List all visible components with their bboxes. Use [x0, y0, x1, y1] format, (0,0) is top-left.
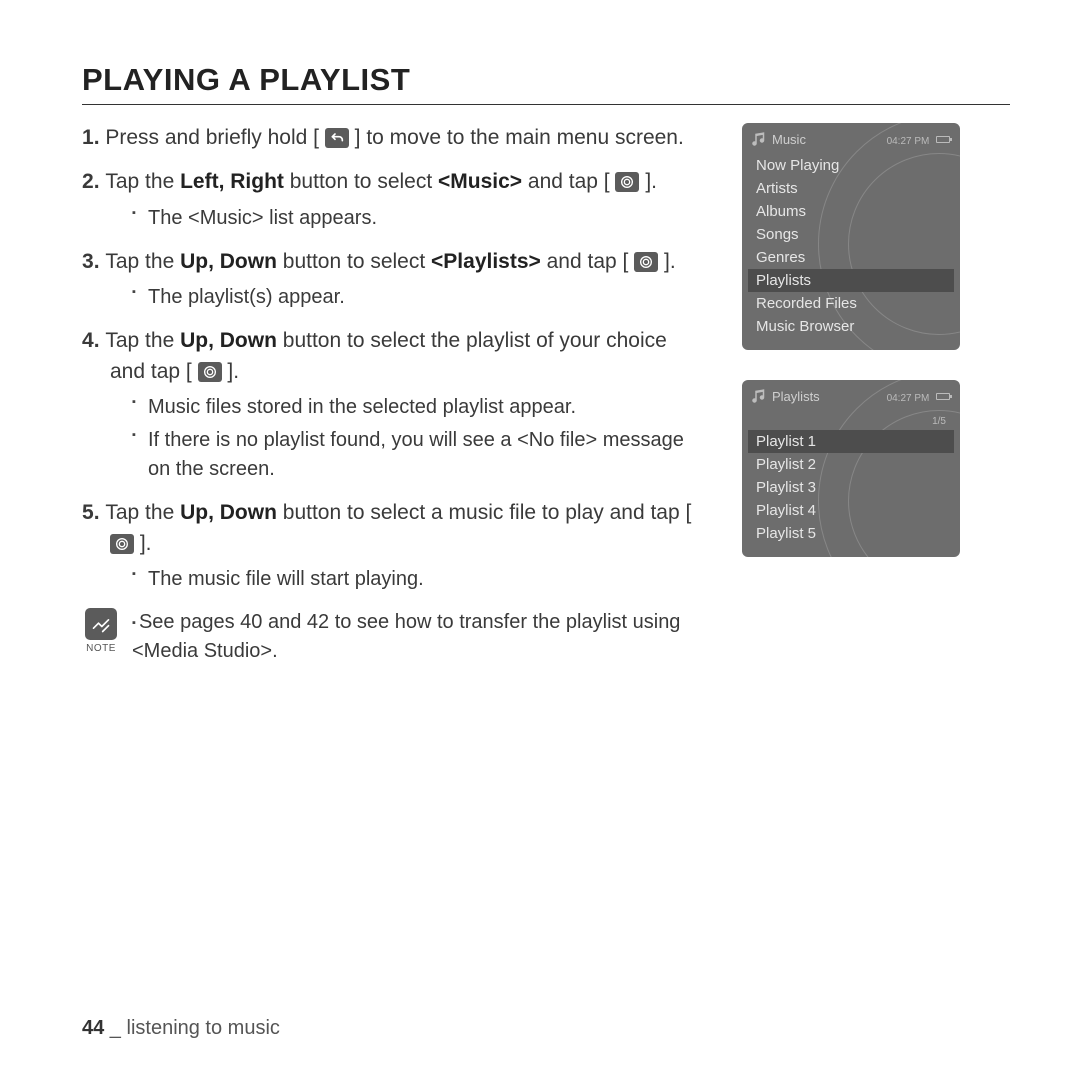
page-title: PLAYING A PLAYLIST — [82, 62, 1010, 105]
step-2: Tap the Left, Right button to select <Mu… — [82, 167, 702, 232]
step-4-text-d: ]. — [227, 360, 239, 383]
note-row: NOTE See pages 40 and 42 to see how to t… — [82, 608, 702, 666]
note-icon — [85, 608, 117, 640]
battery-icon — [936, 136, 950, 143]
battery-icon — [936, 393, 950, 400]
device2-counter: 1/5 — [932, 416, 946, 427]
step-3-text-a: Tap the — [105, 250, 180, 273]
step-3-text-c: button to select — [283, 250, 431, 273]
step-5-text-c: button to select a music file to play an… — [283, 501, 692, 524]
step-5-sub-1: The music file will start playing. — [132, 565, 702, 594]
step-2-text-e: and tap [ — [528, 170, 610, 193]
device2-title: Playlists — [772, 389, 820, 404]
device1-list: Now PlayingArtistsAlbumsSongsGenresPlayl… — [748, 154, 954, 338]
device1-time: 04:27 PM — [887, 136, 930, 147]
device-screen-playlists: Playlists 04:27 PM 1/5 Playlist 1Playlis… — [742, 380, 960, 557]
music-icon — [750, 130, 768, 148]
instruction-column: Press and briefly hold [ ] to move to th… — [82, 123, 702, 666]
list-item: Artists — [748, 177, 954, 200]
step-4: Tap the Up, Down button to select the pl… — [82, 326, 702, 484]
step-3-text-f: ]. — [664, 250, 676, 273]
music-icon — [750, 387, 768, 405]
step-2-bold-2: <Music> — [438, 170, 522, 193]
step-3-bold-2: <Playlists> — [431, 250, 541, 273]
step-2-text-c: button to select — [290, 170, 438, 193]
back-icon — [325, 128, 349, 148]
step-1: Press and briefly hold [ ] to move to th… — [82, 123, 702, 153]
step-5-bold-1: Up, Down — [180, 501, 277, 524]
step-3: Tap the Up, Down button to select <Playl… — [82, 247, 702, 312]
list-item: Now Playing — [748, 154, 954, 177]
device2-time: 04:27 PM — [887, 393, 930, 404]
select-icon — [110, 534, 134, 554]
list-item: Playlist 1 — [748, 430, 954, 453]
step-5-text-d: ]. — [140, 532, 152, 555]
step-3-bold-1: Up, Down — [180, 250, 277, 273]
step-5: Tap the Up, Down button to select a musi… — [82, 498, 702, 594]
page-footer: 44 _ listening to music — [82, 1017, 280, 1040]
step-2-bold-1: Left, Right — [180, 170, 284, 193]
list-item: Playlist 5 — [748, 522, 954, 545]
step-1-text-b: ] to move to the main menu screen. — [355, 126, 684, 149]
list-item: Playlist 4 — [748, 499, 954, 522]
note-text: See pages 40 and 42 to see how to transf… — [132, 608, 702, 666]
step-2-sub-1: The <Music> list appears. — [132, 204, 702, 233]
list-item: Playlists — [748, 269, 954, 292]
device2-list: Playlist 1Playlist 2Playlist 3Playlist 4… — [748, 430, 954, 545]
step-4-sub-1: Music files stored in the selected playl… — [132, 393, 702, 422]
step-3-text-e: and tap [ — [547, 250, 629, 273]
step-4-sub-2: If there is no playlist found, you will … — [132, 426, 702, 484]
step-5-text-a: Tap the — [105, 501, 180, 524]
select-icon — [615, 172, 639, 192]
step-2-text-a: Tap the — [105, 170, 180, 193]
step-4-bold-1: Up, Down — [180, 329, 277, 352]
note-label: NOTE — [82, 642, 120, 657]
list-item: Recorded Files — [748, 292, 954, 315]
select-icon — [634, 252, 658, 272]
list-item: Genres — [748, 246, 954, 269]
footer-section: listening to music — [127, 1017, 280, 1039]
footer-sep: _ — [104, 1017, 126, 1039]
page-number: 44 — [82, 1017, 104, 1039]
list-item: Playlist 3 — [748, 476, 954, 499]
step-2-text-f: ]. — [645, 170, 657, 193]
step-3-sub-1: The playlist(s) appear. — [132, 283, 702, 312]
step-1-text-a: Press and briefly hold [ — [105, 126, 319, 149]
step-4-text-a: Tap the — [105, 329, 180, 352]
list-item: Music Browser — [748, 315, 954, 338]
device-screen-music: Music 04:27 PM Now PlayingArtistsAlbumsS… — [742, 123, 960, 350]
list-item: Songs — [748, 223, 954, 246]
list-item: Playlist 2 — [748, 453, 954, 476]
select-icon — [198, 362, 222, 382]
list-item: Albums — [748, 200, 954, 223]
device1-title: Music — [772, 132, 806, 147]
